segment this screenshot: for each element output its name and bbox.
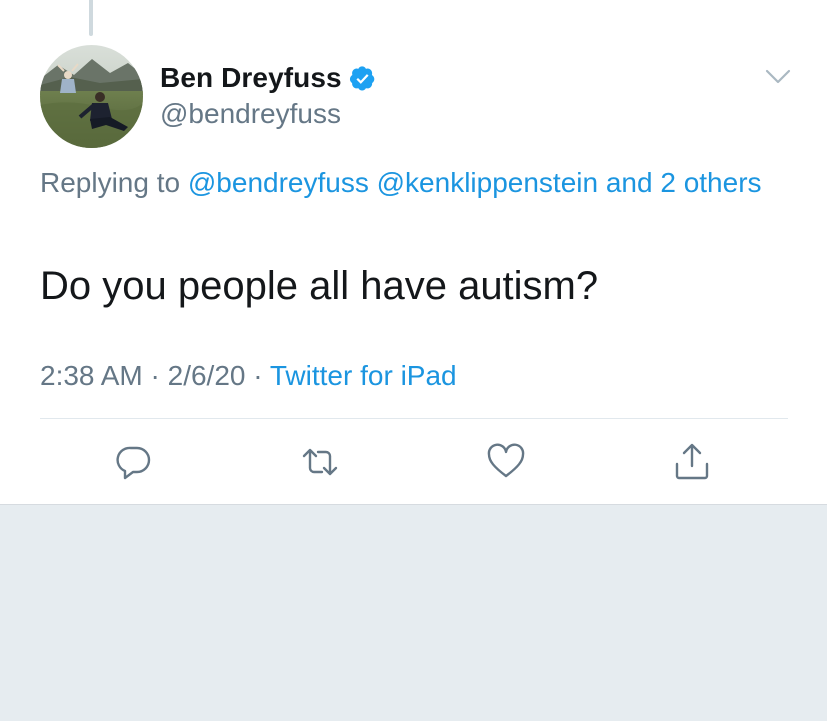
replying-prefix: Replying to [40,167,188,198]
thread-connector-line [89,0,93,36]
meta-separator: · [253,360,263,391]
tweet-time[interactable]: 2:38 AM [40,360,143,391]
reply-icon [116,446,151,480]
tweet-card: Ben Dreyfuss @bendreyfuss Replying to @b… [0,0,827,505]
author-handle[interactable]: @bendreyfuss [160,98,341,130]
replying-to-line: Replying to @bendreyfuss @kenklippenstei… [40,162,780,204]
empty-background-area [0,505,827,721]
meta-separator: · [150,360,160,391]
replying-handle-link[interactable]: @bendreyfuss [188,167,369,198]
like-button[interactable] [486,442,526,482]
verified-badge-icon [349,65,375,90]
reply-button[interactable] [114,442,154,482]
display-name[interactable]: Ben Dreyfuss [160,62,342,94]
tweet-source-link[interactable]: Twitter for iPad [270,360,457,391]
chevron-down-icon[interactable] [764,66,792,88]
share-button[interactable] [672,442,712,482]
divider [40,418,788,419]
author-name-row[interactable]: Ben Dreyfuss [160,60,376,96]
like-icon [487,443,525,478]
avatar[interactable] [40,45,143,148]
retweet-icon [302,448,338,476]
tweet-date[interactable]: 2/6/20 [168,360,246,391]
avatar-image [40,45,143,148]
retweet-button[interactable] [300,442,340,482]
share-icon [675,443,709,480]
replying-others-link[interactable]: and 2 others [606,167,762,198]
replying-handle-link[interactable]: @kenklippenstein [377,167,598,198]
tweet-metadata: 2:38 AM · 2/6/20 · Twitter for iPad [40,357,457,395]
tweet-text: Do you people all have autism? [40,264,599,308]
